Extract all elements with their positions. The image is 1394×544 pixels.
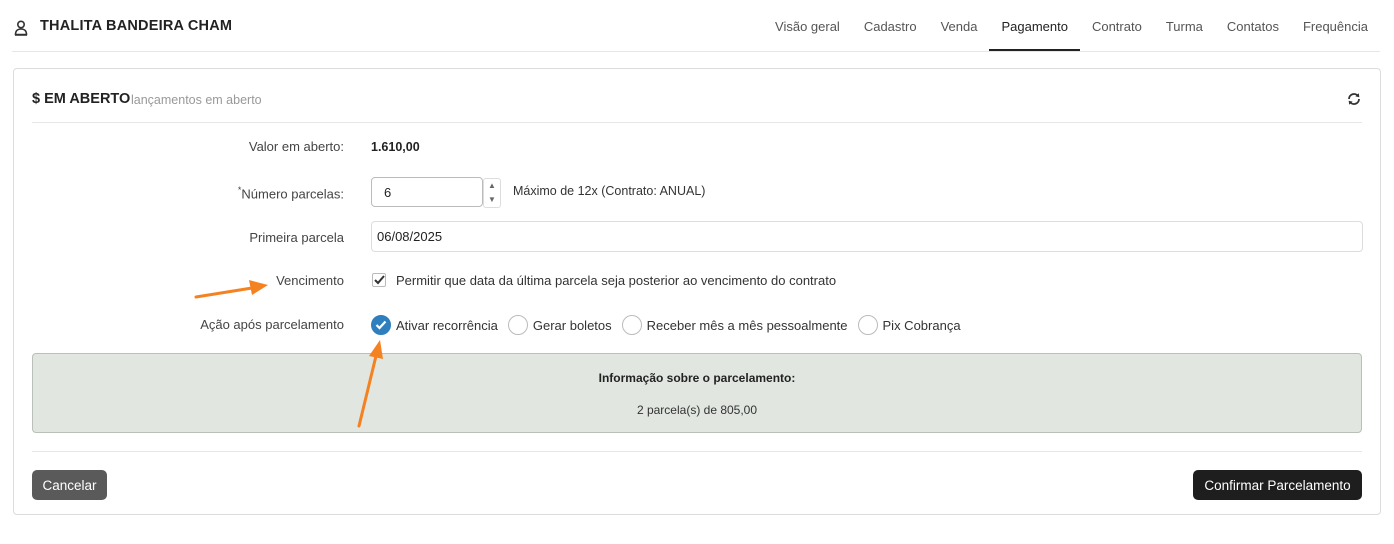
radio-receber-mes-a-mes[interactable]: Receber mês a mês pessoalmente — [621, 315, 848, 335]
primeira-parcela-input[interactable]: 06/08/2025 — [371, 221, 1363, 252]
radio-ativar-recorrencia[interactable]: Ativar recorrência — [371, 315, 498, 335]
tab-cadastro[interactable]: Cadastro — [852, 0, 929, 52]
vencimento-checkbox-label[interactable]: Permitir que data da última parcela seja… — [396, 273, 836, 288]
acao-radio-group: Ativar recorrência Gerar boletos Receber… — [371, 314, 971, 336]
info-title: Informação sobre o parcelamento: — [598, 371, 796, 385]
radio-pix-cobranca[interactable]: Pix Cobrança — [857, 315, 961, 335]
parcelamento-info-box: Informação sobre o parcelamento: 2 parce… — [32, 353, 1362, 433]
info-text: 2 parcela(s) de 805,00 — [636, 403, 758, 417]
chevron-down-icon[interactable]: ▼ — [484, 193, 500, 207]
footer-separator — [32, 451, 1362, 452]
radio-checked-icon — [371, 315, 391, 335]
radio-label: Pix Cobrança — [882, 317, 961, 333]
tab-pagamento[interactable]: Pagamento — [989, 0, 1080, 52]
tab-venda[interactable]: Venda — [929, 0, 990, 52]
valor-value: 1.610,00 — [371, 140, 420, 154]
parcelas-label: *Número parcelas: — [238, 185, 344, 201]
parcelas-label-text: Número parcelas: — [241, 186, 344, 202]
header-divider — [12, 51, 1380, 52]
page-header: THALITA BANDEIRA CHAM Visão geral Cadast… — [0, 0, 1394, 52]
radio-label: Gerar boletos — [532, 317, 612, 333]
tab-turma[interactable]: Turma — [1154, 0, 1215, 52]
card-separator — [32, 122, 1362, 123]
vencimento-checkbox[interactable] — [372, 273, 386, 287]
em-aberto-card: $ EM ABERTO lançamentos em aberto Valor … — [13, 68, 1381, 515]
vencimento-label: Vencimento — [276, 273, 344, 288]
radio-label: Ativar recorrência — [396, 317, 498, 333]
user-icon — [14, 20, 28, 36]
parcelas-input[interactable]: 6 — [371, 177, 483, 207]
radio-gerar-boletos[interactable]: Gerar boletos — [507, 315, 612, 335]
student-name: THALITA BANDEIRA CHAM — [40, 18, 233, 34]
tab-contatos[interactable]: Contatos — [1215, 0, 1291, 52]
primeira-parcela-label: Primeira parcela — [249, 230, 344, 245]
tab-visao-geral[interactable]: Visão geral — [763, 0, 852, 52]
radio-unchecked-icon — [857, 315, 878, 335]
cancel-button[interactable]: Cancelar — [32, 470, 107, 500]
radio-label: Receber mês a mês pessoalmente — [646, 317, 848, 333]
radio-unchecked-icon — [507, 315, 528, 335]
radio-unchecked-icon — [621, 315, 642, 335]
parcelas-spinner: ▲ ▼ — [483, 178, 501, 208]
parcelas-hint: Máximo de 12x (Contrato: ANUAL) — [513, 184, 706, 198]
card-title: $ EM ABERTO — [32, 91, 131, 107]
check-icon — [373, 275, 385, 285]
nav-tabs: Visão geral Cadastro Venda Pagamento Con… — [763, 0, 1380, 52]
tab-frequencia[interactable]: Frequência — [1291, 0, 1380, 52]
refresh-icon[interactable] — [1346, 91, 1362, 107]
valor-label: Valor em aberto: — [248, 139, 344, 154]
card-subtitle: lançamentos em aberto — [131, 93, 262, 107]
confirm-button[interactable]: Confirmar Parcelamento — [1193, 470, 1362, 500]
acao-label: Ação após parcelamento — [200, 317, 344, 332]
tab-contrato[interactable]: Contrato — [1080, 0, 1154, 52]
chevron-up-icon[interactable]: ▲ — [484, 179, 500, 193]
